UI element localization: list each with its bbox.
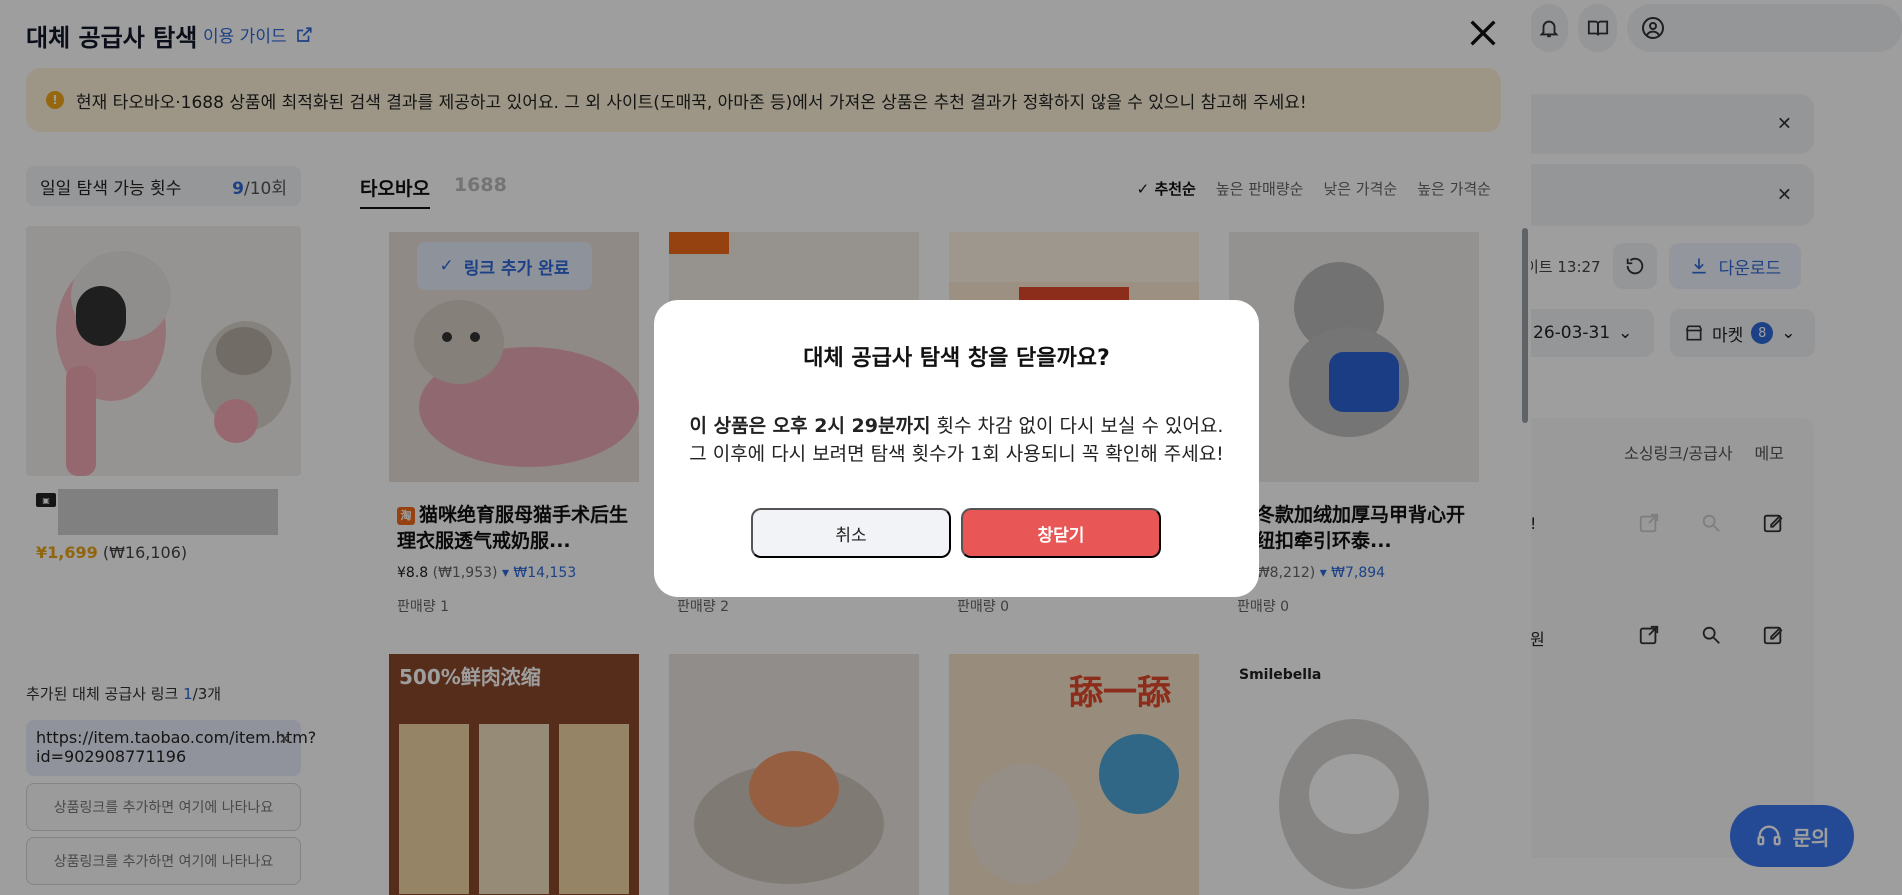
cancel-button[interactable]: 취소 (751, 508, 951, 558)
dialog-actions: 취소 창닫기 (751, 508, 1161, 558)
dialog-message: 이 상품은 오후 2시 29분까지 횟수 차감 없이 다시 보실 수 있어요. … (654, 412, 1259, 468)
dialog-message-line1: 횟수 차감 없이 다시 보실 수 있어요. (930, 415, 1224, 437)
dialog-message-line2: 그 이후에 다시 보려면 탐색 횟수가 1회 사용되니 꼭 확인해 주세요! (689, 443, 1224, 465)
dialog-title: 대체 공급사 탐색 창을 닫을까요? (803, 346, 1110, 371)
close-confirm-dialog: 대체 공급사 탐색 창을 닫을까요? 이 상품은 오후 2시 29분까지 횟수 … (654, 300, 1259, 597)
dialog-message-bold: 이 상품은 오후 2시 29분까지 (689, 415, 931, 437)
close-window-button[interactable]: 창닫기 (961, 508, 1161, 558)
